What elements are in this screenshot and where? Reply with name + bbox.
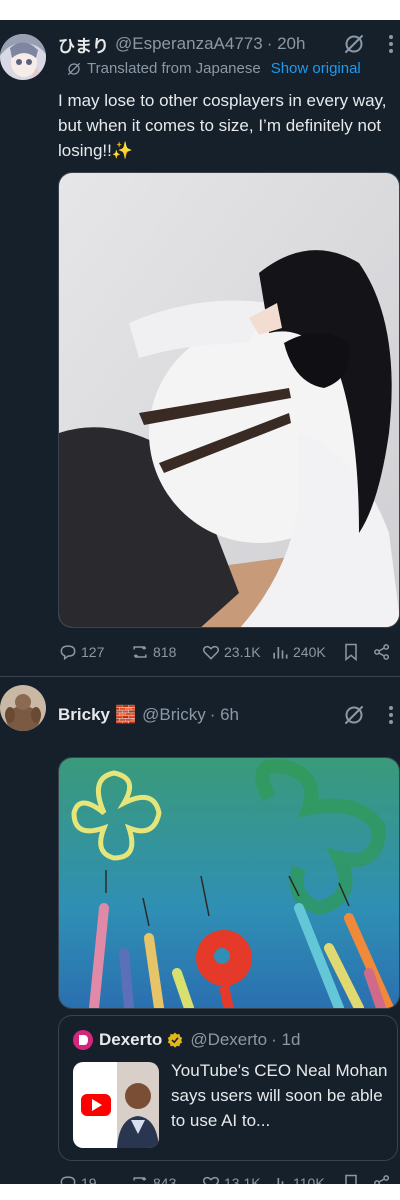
tweet[interactable]: Bricky 🧱 @Bricky · 6h Dexerto @Dexerto ·…	[0, 677, 400, 1184]
views-button[interactable]: 240K	[270, 640, 326, 664]
avatar[interactable]	[0, 34, 46, 80]
show-original-link[interactable]: Show original	[271, 60, 361, 77]
tweet-header: ひまり @EsperanzaA4773 · 20h	[58, 31, 390, 57]
repost-count: 843	[153, 1175, 177, 1184]
like-count: 23.1K	[224, 644, 261, 660]
avatar[interactable]	[0, 685, 46, 731]
grok-icon[interactable]	[342, 703, 366, 727]
repost-icon	[133, 645, 147, 659]
reply-count: 127	[81, 644, 105, 660]
view-count: 110K	[293, 1175, 325, 1184]
share-icon[interactable]	[372, 1173, 392, 1184]
quote-display-name[interactable]: Dexerto	[99, 1030, 162, 1050]
timeline-feed: ひまり @EsperanzaA4773 · 20h Translated fro…	[0, 20, 400, 1184]
quote-thumbnail	[73, 1062, 159, 1148]
like-count: 13.1K	[224, 1175, 261, 1184]
repost-icon	[133, 1176, 147, 1181]
tweet-image[interactable]	[58, 757, 400, 1009]
views-button[interactable]: 110K	[270, 1171, 325, 1184]
like-icon	[202, 1176, 220, 1184]
timestamp[interactable]: · 20h	[267, 34, 306, 54]
display-name[interactable]: ひまり	[58, 32, 109, 57]
quote-header: Dexerto @Dexerto · 1d	[73, 1028, 300, 1052]
view-count: 240K	[293, 644, 326, 660]
timestamp[interactable]: · 6h	[210, 705, 239, 725]
meme-image	[59, 758, 399, 1008]
tweet-header: Bricky 🧱 @Bricky · 6h	[58, 702, 390, 728]
reply-icon	[60, 1176, 76, 1184]
tweet-photo[interactable]	[58, 172, 400, 628]
bookmark-icon[interactable]	[341, 642, 361, 662]
tweet[interactable]: ひまり @EsperanzaA4773 · 20h Translated fro…	[0, 20, 400, 676]
more-icon[interactable]	[387, 704, 395, 726]
translation-notice: Translated from Japanese Show original	[66, 60, 361, 77]
bookmark-icon[interactable]	[341, 1173, 361, 1184]
quoted-tweet[interactable]: Dexerto @Dexerto · 1d YouTube's CEO Neal…	[58, 1015, 398, 1161]
repost-button[interactable]: 843	[130, 1171, 176, 1184]
tweet-actions: 19 843 13.1K 110K	[58, 1171, 392, 1184]
username[interactable]: @EsperanzaA4773	[115, 34, 263, 54]
like-button[interactable]: 23.1K	[201, 640, 261, 664]
share-icon[interactable]	[372, 642, 392, 662]
repost-count: 818	[153, 644, 177, 660]
display-name[interactable]: Bricky	[58, 705, 110, 725]
tweet-actions: 127 818 23.1K 240K	[58, 640, 392, 664]
reply-button[interactable]: 127	[58, 640, 104, 664]
brick-emoji: 🧱	[114, 705, 137, 724]
reply-button[interactable]: 19	[58, 1171, 97, 1184]
quote-avatar[interactable]	[73, 1030, 93, 1050]
username[interactable]: @Bricky	[142, 705, 206, 725]
tweet-text: I may lose to other cosplayers in every …	[58, 91, 387, 160]
translate-icon	[68, 62, 80, 75]
reply-count: 19	[81, 1175, 97, 1184]
grok-icon[interactable]	[342, 32, 366, 56]
photo-image	[59, 173, 399, 627]
like-icon	[202, 645, 220, 660]
repost-button[interactable]: 818	[130, 640, 176, 664]
views-icon	[273, 647, 288, 659]
quote-timestamp: · 1d	[271, 1030, 301, 1049]
views-icon	[273, 1178, 284, 1184]
like-button[interactable]: 13.1K	[201, 1171, 261, 1184]
quote-username[interactable]: @Dexerto	[190, 1030, 267, 1050]
more-icon[interactable]	[387, 33, 395, 55]
verified-badge-icon	[168, 1032, 183, 1048]
translated-label: Translated from Japanese	[87, 60, 261, 77]
quote-text: YouTube's CEO Neal Mohan says users will…	[171, 1061, 388, 1130]
reply-icon	[60, 645, 76, 661]
